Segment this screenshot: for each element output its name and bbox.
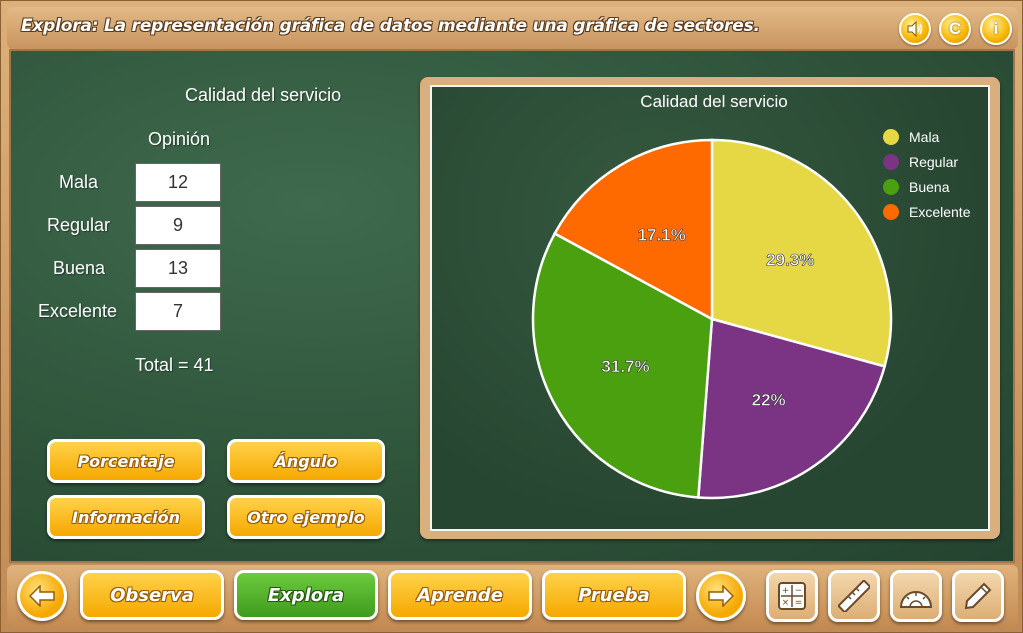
calculator-icon: + − × = [778, 582, 806, 610]
observa-button[interactable]: Observa [80, 570, 224, 620]
svg-text:−: − [795, 586, 803, 596]
pie-chart: Calidad del servicio 29.3%22%31.7%17.1% … [531, 92, 971, 500]
app-frame: Explora: La representación gráfica de da… [0, 0, 1023, 633]
chart-title: Calidad del servicio [640, 92, 787, 111]
row-label-buena: Buena [53, 258, 106, 278]
slice-label-mala: 29.3% [766, 250, 814, 269]
row-label-mala: Mala [59, 172, 99, 192]
calculator-button[interactable]: + − × = [766, 570, 818, 622]
value-field-excelente[interactable]: 7 [135, 292, 221, 331]
value-field-buena[interactable]: 13 [135, 249, 221, 288]
svg-text:+: + [782, 586, 790, 596]
arrow-left-icon [29, 585, 55, 607]
chart-panel: Calidad del servicio 29.3% 22% 31.7% 17.1% … [420, 77, 1000, 539]
legend-label-regular: Regular [909, 154, 958, 170]
row-label-excelente: Excelente [38, 301, 118, 321]
explora-button[interactable]: Explora [234, 570, 378, 620]
pencil-icon [964, 582, 992, 610]
angle-button[interactable]: Ángulo [227, 439, 385, 483]
svg-text:=: = [795, 598, 803, 608]
title-bar: Explora: La representación gráfica de da… [7, 7, 1018, 49]
table-title: Calidad del servicio [185, 85, 342, 105]
info-button[interactable]: i [980, 13, 1012, 45]
percentage-button[interactable]: Porcentaje [47, 439, 205, 483]
other-example-button[interactable]: Otro ejemplo [227, 495, 385, 539]
protractor-button[interactable] [890, 570, 942, 622]
ruler-button[interactable] [828, 570, 880, 622]
legend-swatch-buena [883, 179, 899, 195]
svg-text:×: × [782, 598, 790, 608]
aprende-button[interactable]: Aprende [388, 570, 532, 620]
bottom-toolbar: Observa Explora Aprende Prueba + − × = [7, 565, 1018, 627]
prueba-button[interactable]: Prueba [542, 570, 686, 620]
slice-label-buena: 31.7% [601, 357, 649, 376]
page-title: Explora: La representación gráfica de da… [21, 16, 760, 36]
slice-label-excelente: 17.1% [638, 225, 686, 244]
legend-label-excelente: Excelente [909, 204, 971, 220]
credits-button[interactable]: C [939, 13, 971, 45]
column-header: Opinión [148, 129, 211, 149]
next-button[interactable] [696, 571, 746, 621]
info-label: i [993, 19, 999, 38]
chart-area: Calidad del servicio 29.3% 22% 31.7% 17.1% … [430, 85, 990, 531]
row-label-regular: Regular [47, 215, 111, 235]
sound-button[interactable] [899, 13, 931, 45]
protractor-icon [899, 591, 933, 608]
slice-label-regular: 22% [752, 391, 786, 410]
arrow-right-icon [708, 585, 734, 607]
legend-swatch-mala [883, 129, 899, 145]
legend-label-mala: Mala [909, 129, 940, 145]
legend-label-buena: Buena [909, 179, 950, 195]
speaker-icon [907, 20, 923, 38]
credits-label: C [948, 19, 962, 38]
value-field-mala[interactable]: 12 [135, 163, 221, 202]
total-label: Total = 41 [135, 355, 214, 375]
value-field-regular[interactable]: 9 [135, 206, 221, 245]
pencil-button[interactable] [952, 570, 1004, 622]
ruler-icon [838, 580, 870, 612]
back-button[interactable] [17, 571, 67, 621]
legend-swatch-excelente [883, 204, 899, 220]
legend-swatch-regular [883, 154, 899, 170]
information-button[interactable]: Información [47, 495, 205, 539]
